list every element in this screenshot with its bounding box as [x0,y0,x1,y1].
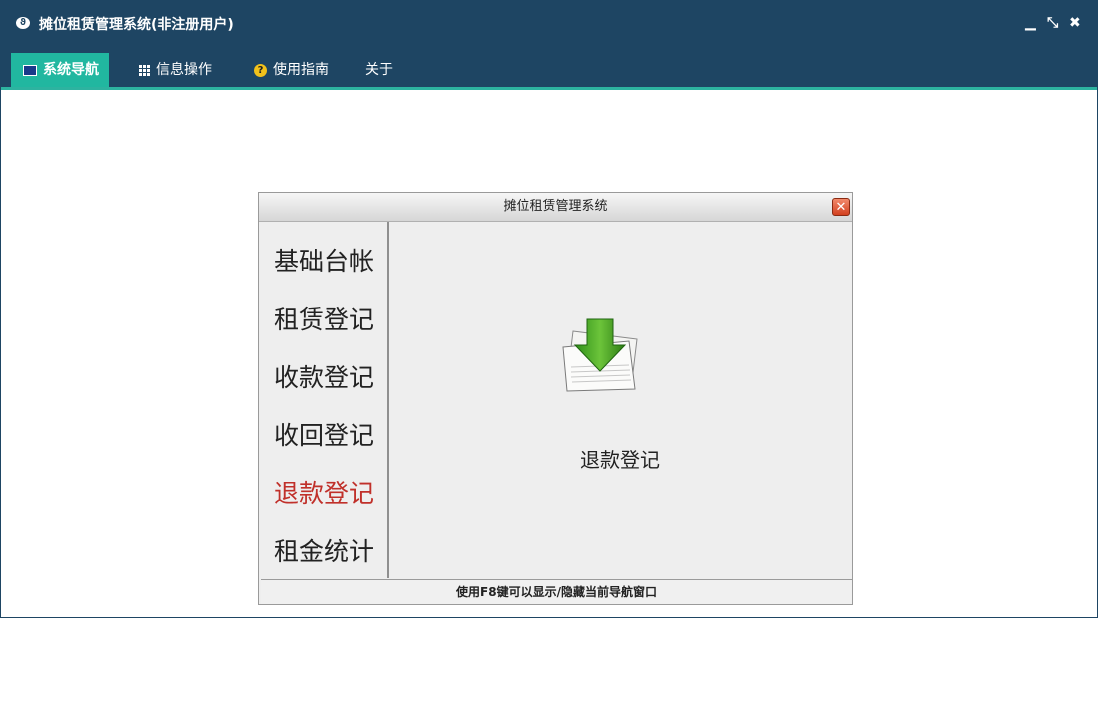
close-button[interactable]: ✖ [1069,13,1081,33]
status-bar: 使用F8键可以显示/隐藏当前导航窗口 [261,579,852,604]
menu-label: 使用指南 [273,62,329,78]
dialog-titlebar[interactable]: 摊位租赁管理系统 ✕ [259,193,852,222]
nav-item-payment-register[interactable]: 收款登记 [274,358,374,394]
download-arrow-icon[interactable] [559,317,643,393]
menu-about[interactable]: 关于 [365,53,393,87]
nav-item-recovery-register[interactable]: 收回登记 [274,416,374,452]
app-window: ϑ 摊位租赁管理系统(非注册用户) ▁ ⤡ ✖ 系统导航 信息操作 ? 使用指南 … [0,0,1098,618]
navigation-dialog: 摊位租赁管理系统 ✕ 基础台帐 租赁登记 收款登记 收回登记 退款登记 租金统计 [258,192,853,605]
content-label[interactable]: 退款登记 [389,444,851,473]
titlebar: ϑ 摊位租赁管理系统(非注册用户) ▁ ⤡ ✖ [1,1,1097,47]
monitor-icon [23,64,37,76]
menu-label: 系统导航 [43,62,99,78]
help-icon: ? [254,63,267,77]
restore-button[interactable]: ⤡ [1047,13,1058,33]
menu-info-ops[interactable]: 信息操作 [139,53,212,87]
app-logo-icon: ϑ [16,17,30,29]
window-title: 摊位租赁管理系统(非注册用户) [39,17,234,33]
dialog-title: 摊位租赁管理系统 [503,199,608,214]
nav-item-rental-register[interactable]: 租赁登记 [274,300,374,336]
nav-item-rent-statistics[interactable]: 租金统计 [274,532,374,568]
menu-system-nav[interactable]: 系统导航 [11,53,109,87]
menu-label: 关于 [365,62,393,78]
content-panel: 退款登记 [389,222,851,578]
nav-item-refund-register[interactable]: 退款登记 [274,474,374,510]
nav-item-basic-ledger[interactable]: 基础台帐 [274,242,374,278]
menu-user-guide[interactable]: ? 使用指南 [254,53,329,87]
menu-label: 信息操作 [156,62,212,78]
menubar: 系统导航 信息操作 ? 使用指南 关于 [1,47,1097,90]
nav-panel: 基础台帐 租赁登记 收款登记 收回登记 退款登记 租金统计 [261,222,389,578]
dialog-close-button[interactable]: ✕ [832,198,850,216]
minimize-button[interactable]: ▁ [1025,13,1036,33]
grid-icon [139,64,150,76]
